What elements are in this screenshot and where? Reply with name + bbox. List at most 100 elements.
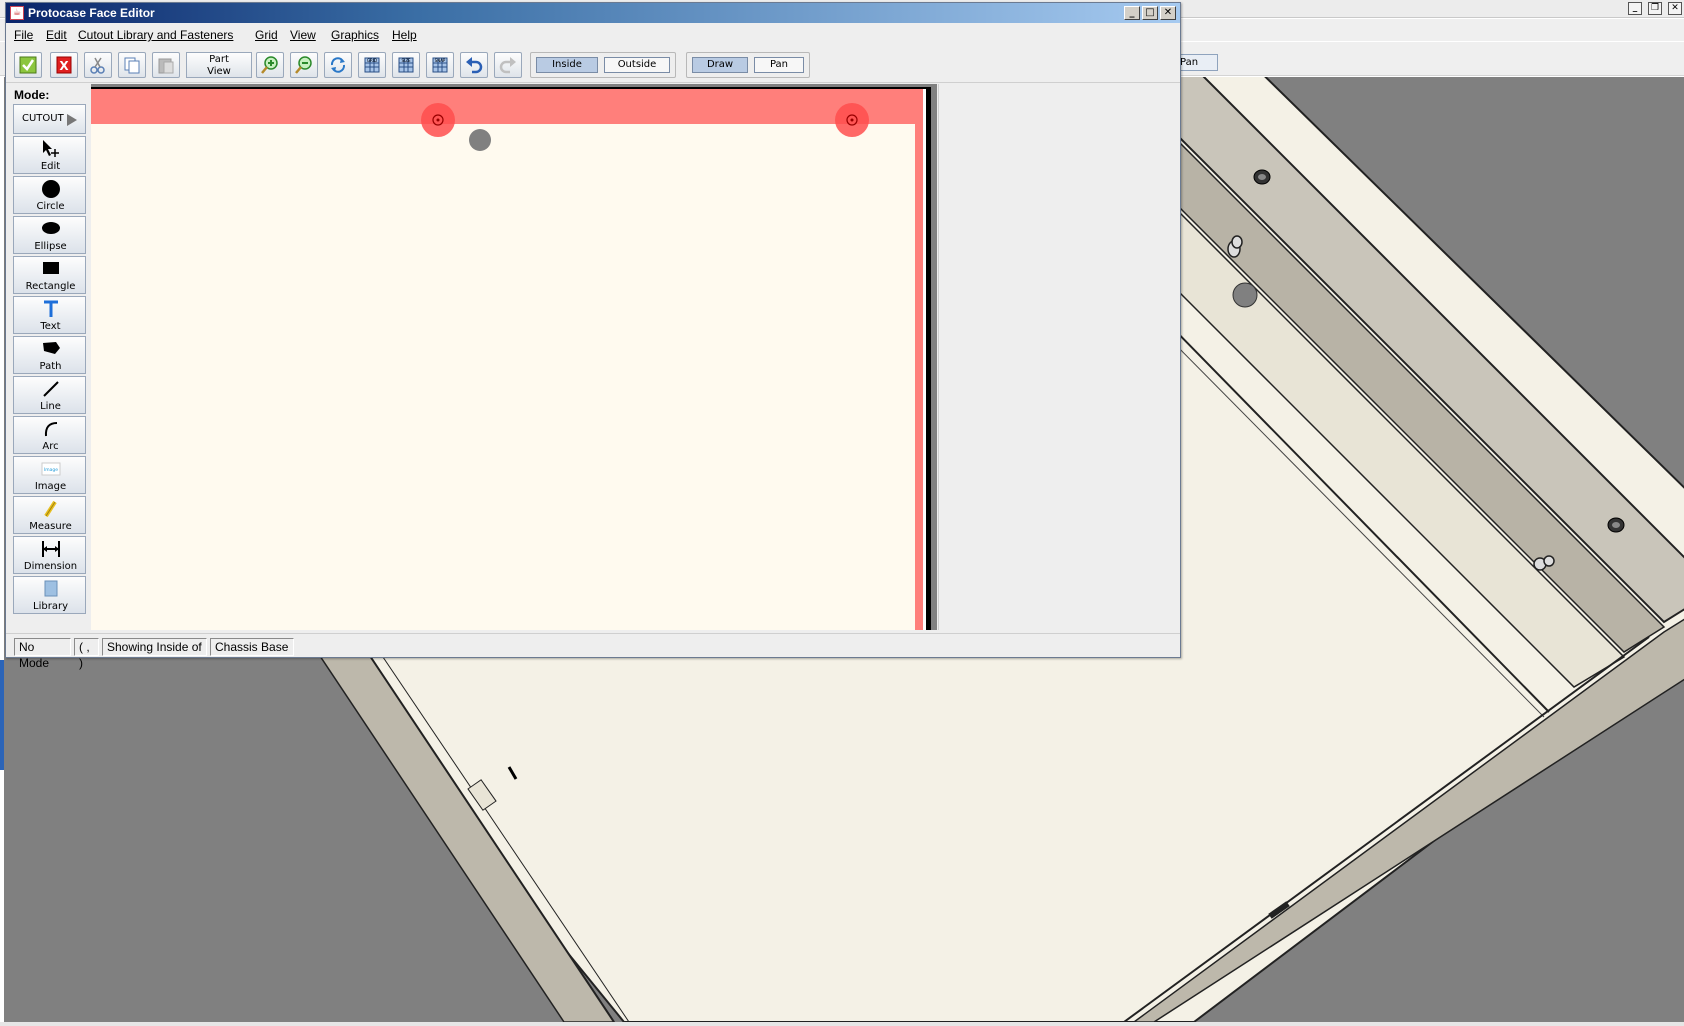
snap-icon-label: SNAP — [435, 58, 446, 63]
tool-label: Edit — [40, 161, 61, 172]
status-bar: No Mode ( , ) Showing Inside of Chassis … — [6, 633, 1180, 670]
cut-scissors-icon — [90, 57, 105, 74]
cancel-button[interactable]: X — [50, 52, 78, 78]
tool-library[interactable]: Library — [13, 576, 86, 614]
tool-label: Arc — [42, 441, 59, 452]
tool-arc[interactable]: Arc — [13, 416, 86, 454]
undo-icon — [466, 57, 483, 74]
menu-cutout-library[interactable]: Cutout Library and Fasteners — [78, 28, 233, 42]
tool-rectangle[interactable]: Rectangle — [13, 256, 86, 294]
cut-button[interactable] — [84, 52, 112, 78]
grid-icon: GRID — [364, 57, 380, 73]
close-button[interactable]: ✕ — [1160, 6, 1176, 20]
zoom-out-icon — [295, 56, 312, 74]
ok-check-icon — [19, 56, 37, 74]
status-mode: No Mode — [14, 638, 71, 670]
zoom-out-button[interactable] — [290, 52, 318, 78]
tool-ellipse[interactable]: Ellipse — [13, 216, 86, 254]
bg-close-button[interactable]: ✕ — [1668, 2, 1682, 15]
tool-measure[interactable]: Measure — [13, 496, 86, 534]
tool-path[interactable]: Path — [13, 336, 86, 374]
paste-icon — [158, 58, 174, 74]
tool-image[interactable]: Image Image — [13, 456, 86, 494]
line-icon — [42, 381, 59, 397]
copy-button[interactable] — [118, 52, 146, 78]
inside-toggle[interactable]: Inside — [536, 57, 598, 73]
part-view-label-2: View — [207, 66, 231, 77]
draw-toggle[interactable]: Draw — [692, 57, 748, 73]
outside-toggle[interactable]: Outside — [604, 57, 670, 73]
pan-toggle[interactable]: Pan — [754, 57, 804, 73]
bg-minimize-button[interactable]: _ — [1628, 2, 1642, 15]
bg-restore-button[interactable]: ❐ — [1648, 2, 1662, 15]
maximize-button[interactable]: □ — [1142, 6, 1158, 20]
arc-icon — [44, 422, 57, 437]
bg-pan-button[interactable]: Pan — [1176, 54, 1218, 71]
tool-label: Rectangle — [25, 281, 76, 292]
tool-label: Line — [40, 401, 61, 412]
java-icon: ☕ — [10, 6, 24, 20]
fastener-left[interactable] — [421, 103, 455, 137]
cutout-label: CUTOUT — [22, 113, 64, 124]
ellipse-icon — [41, 222, 60, 234]
snap-grid-icon: SNAP — [432, 57, 448, 73]
grid-icon-label: GRID — [367, 58, 377, 63]
tool-dimension[interactable]: Dimension — [13, 536, 86, 574]
refresh-view-button[interactable] — [324, 52, 352, 78]
paste-button[interactable] — [152, 52, 180, 78]
tool-circle[interactable]: Circle — [13, 176, 86, 214]
zoom-in-button[interactable] — [256, 52, 284, 78]
window-title: Protocase Face Editor — [28, 6, 155, 20]
fastener-right[interactable] — [835, 103, 869, 137]
face-editor-window: ☕ Protocase Face Editor _ □ ✕ File Edit … — [5, 2, 1181, 670]
grey-hole[interactable] — [469, 129, 491, 151]
bottom-edge — [0, 1022, 1684, 1026]
tool-line[interactable]: Line — [13, 376, 86, 414]
part-view-button[interactable]: Part View — [186, 52, 252, 78]
ok-check-button[interactable] — [14, 52, 42, 78]
rectangle-icon — [42, 262, 59, 274]
refresh-view-icon — [330, 57, 346, 73]
text-icon — [43, 300, 58, 317]
redo-button[interactable] — [494, 52, 522, 78]
snap-grid-button[interactable]: SNAP — [426, 52, 454, 78]
tool-label: Circle — [36, 201, 65, 212]
size-grid-icon: SIZE — [398, 57, 414, 73]
path-icon — [42, 342, 60, 354]
tool-label: Measure — [29, 521, 72, 532]
desktop: _ ❐ ✕ Pan ☕ Protocase Face Editor _ □ ✕ … — [0, 0, 1684, 1026]
menu-grid[interactable]: Grid — [255, 28, 278, 42]
library-icon — [44, 580, 57, 597]
redo-icon — [499, 57, 516, 74]
menu-graphics[interactable]: Graphics — [331, 28, 379, 42]
menu-edit[interactable]: Edit — [46, 28, 67, 42]
image-icon: Image — [41, 462, 60, 476]
tool-label: Text — [40, 321, 61, 332]
mode-label: Mode: — [14, 88, 50, 102]
taskbar-edge — [0, 660, 4, 770]
status-showing: Showing Inside of — [102, 638, 207, 656]
face-surface — [91, 124, 915, 630]
cutout-mode-button[interactable]: CUTOUT — [13, 104, 86, 134]
menu-view[interactable]: View — [290, 28, 316, 42]
drawing-canvas[interactable] — [91, 84, 937, 630]
part-view-label-1: Part — [209, 54, 229, 65]
tool-text[interactable]: Text — [13, 296, 86, 334]
status-part: Chassis Base — [210, 638, 294, 656]
dimension-icon — [41, 541, 60, 557]
size-grid-button[interactable]: SIZE — [392, 52, 420, 78]
tool-edit[interactable]: Edit — [13, 136, 86, 174]
status-coordinates: ( , ) — [74, 638, 99, 670]
tool-label: Dimension — [23, 561, 78, 572]
circle-icon — [41, 180, 60, 198]
mode-palette: Mode: CUTOUT Edit Circle Ellipse Rectang… — [10, 84, 89, 630]
minimize-button[interactable]: _ — [1124, 6, 1140, 20]
editor-titlebar[interactable]: ☕ Protocase Face Editor _ □ ✕ — [6, 3, 1180, 23]
grid-button[interactable]: GRID — [358, 52, 386, 78]
tool-label: Ellipse — [34, 241, 67, 252]
undo-button[interactable] — [460, 52, 488, 78]
measure-icon — [43, 500, 57, 518]
menu-help[interactable]: Help — [392, 28, 417, 42]
menu-file[interactable]: File — [14, 28, 33, 42]
play-arrow-icon — [67, 114, 77, 126]
